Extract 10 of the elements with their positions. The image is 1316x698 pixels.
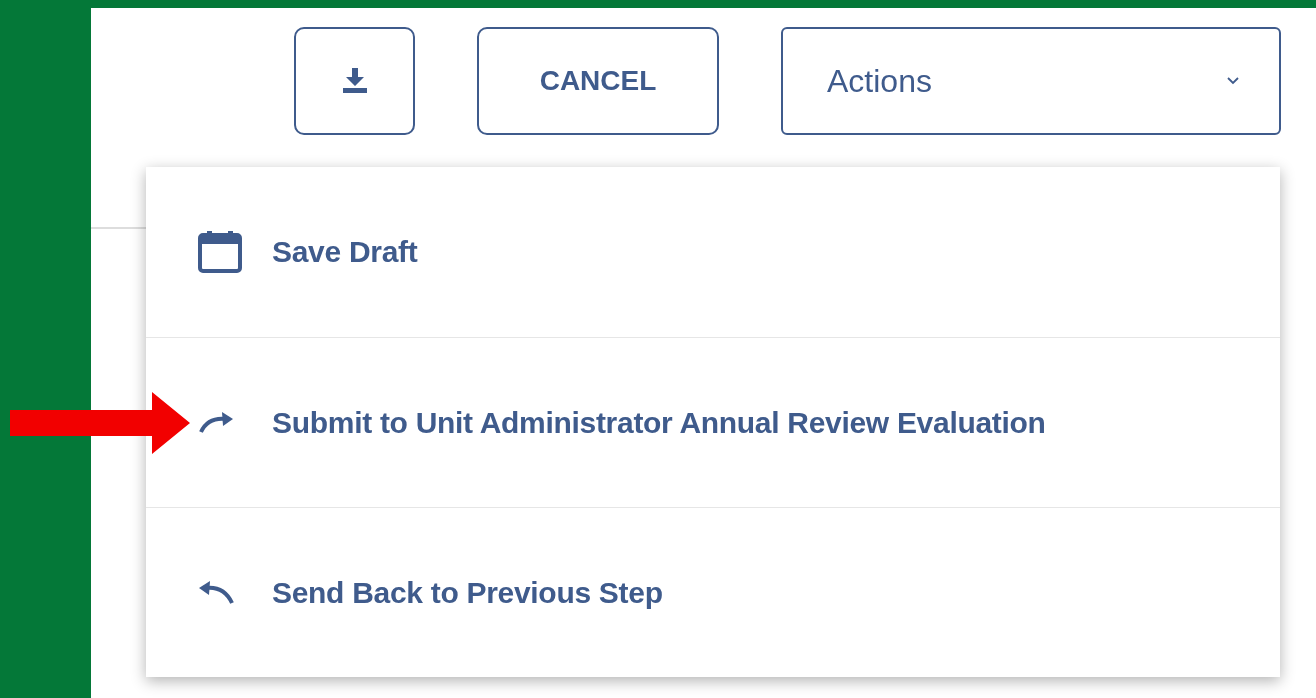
actions-select[interactable]: Actions (781, 27, 1281, 135)
menu-item[interactable]: Send Back to Previous Step (146, 507, 1280, 677)
download-icon (341, 68, 368, 94)
calendar-icon (198, 231, 242, 273)
menu-item[interactable]: Save Draft (146, 167, 1280, 337)
undo-icon (198, 580, 234, 605)
redo-icon (198, 411, 234, 434)
chevron-down-icon (1227, 77, 1239, 85)
download-button[interactable] (294, 27, 415, 135)
cancel-button[interactable]: CANCEL (477, 27, 719, 135)
